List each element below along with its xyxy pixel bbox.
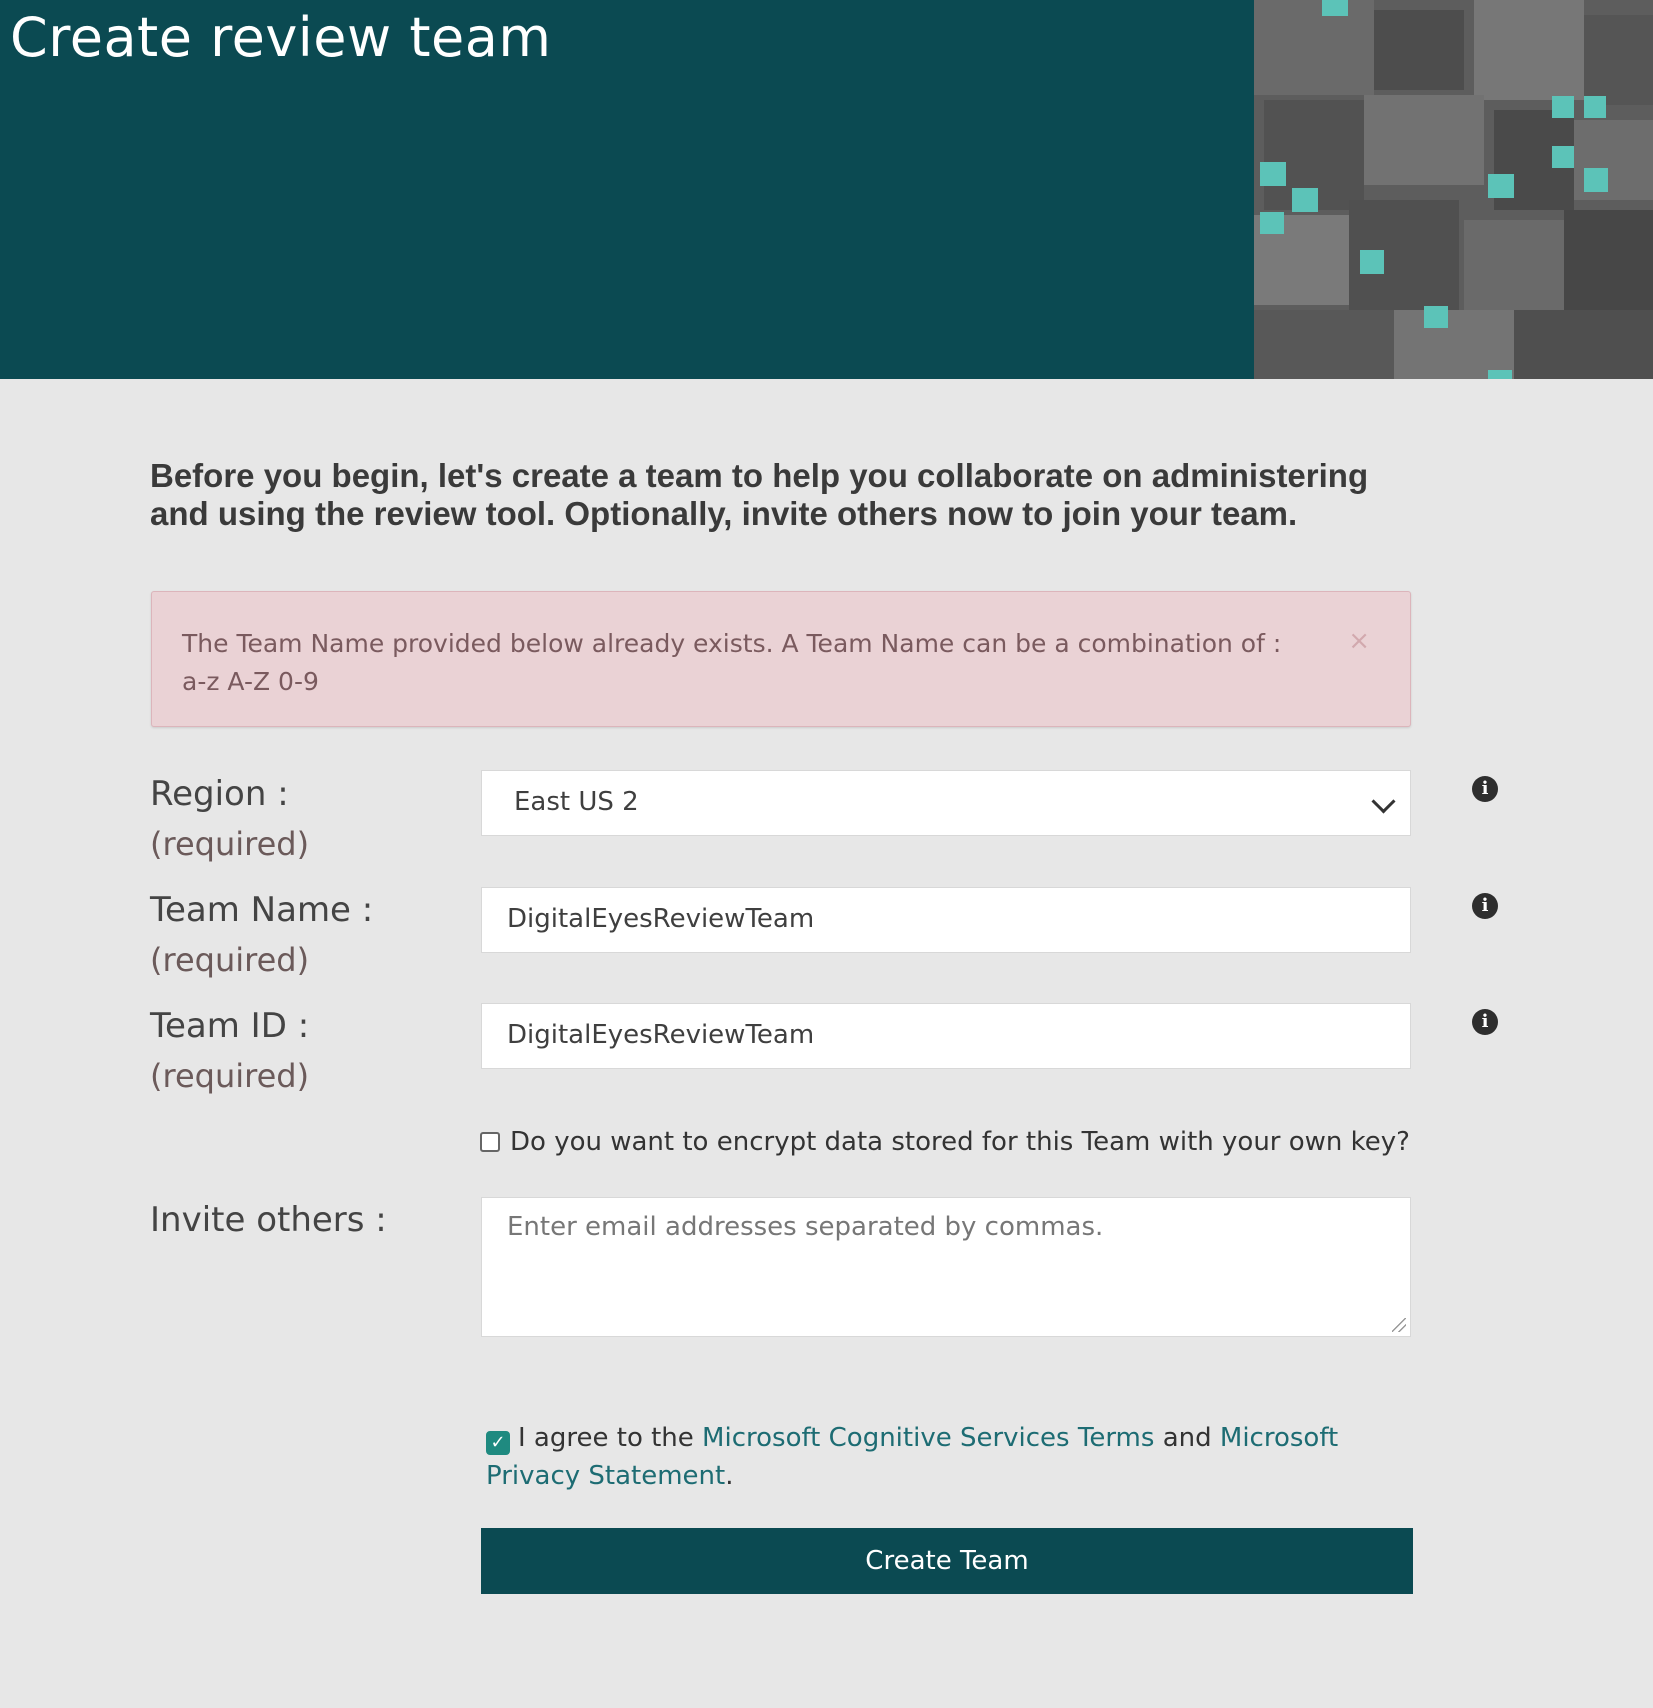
page-title: Create review team: [10, 6, 552, 69]
invite-placeholder: Enter email addresses separated by comma…: [507, 1212, 1104, 1242]
team-id-input[interactable]: DigitalEyesReviewTeam: [481, 1003, 1411, 1069]
team-name-required: (required): [150, 941, 310, 979]
team-name-value: DigitalEyesReviewTeam: [507, 904, 815, 934]
encrypt-label: Do you want to encrypt data stored for t…: [510, 1127, 1410, 1157]
main-content: Before you begin, let's create a team to…: [0, 379, 1653, 1708]
alert-message: The Team Name provided below already exi…: [182, 629, 1282, 696]
close-icon[interactable]: ×: [1348, 626, 1370, 656]
region-required: (required): [150, 825, 310, 863]
agreement-row: ✓ I agree to the Microsoft Cognitive Serv…: [486, 1419, 1406, 1495]
info-icon[interactable]: i: [1472, 776, 1498, 802]
create-team-button[interactable]: Create Team: [481, 1528, 1413, 1594]
region-label: Region :: [150, 774, 289, 814]
region-select[interactable]: East US 2: [481, 770, 1411, 836]
intro-text: Before you begin, let's create a team to…: [150, 457, 1369, 532]
invite-textarea[interactable]: Enter email addresses separated by comma…: [481, 1197, 1411, 1337]
header-banner: Create review team: [0, 0, 1653, 379]
agree-prefix: I agree to the: [518, 1423, 694, 1453]
region-select-value: East US 2: [514, 787, 639, 817]
agree-checkbox[interactable]: ✓: [486, 1431, 510, 1455]
encrypt-checkbox[interactable]: [480, 1132, 500, 1152]
resize-handle-icon[interactable]: [1392, 1318, 1406, 1332]
error-alert: The Team Name provided below already exi…: [151, 591, 1411, 727]
encrypt-option: Do you want to encrypt data stored for t…: [480, 1125, 1410, 1159]
terms-link[interactable]: Microsoft Cognitive Services Terms: [702, 1423, 1154, 1453]
chevron-down-icon: [1371, 789, 1396, 814]
agree-and: and: [1162, 1423, 1212, 1453]
team-id-label: Team ID :: [150, 1006, 310, 1046]
team-id-value: DigitalEyesReviewTeam: [507, 1020, 815, 1050]
invite-label: Invite others :: [150, 1200, 387, 1240]
info-icon[interactable]: i: [1472, 1009, 1498, 1035]
agree-suffix: .: [725, 1461, 734, 1491]
banner-mosaic-image: [1254, 0, 1653, 379]
team-name-input[interactable]: DigitalEyesReviewTeam: [481, 887, 1411, 953]
team-id-required: (required): [150, 1057, 310, 1095]
info-icon[interactable]: i: [1472, 893, 1498, 919]
team-name-label: Team Name :: [150, 890, 374, 930]
